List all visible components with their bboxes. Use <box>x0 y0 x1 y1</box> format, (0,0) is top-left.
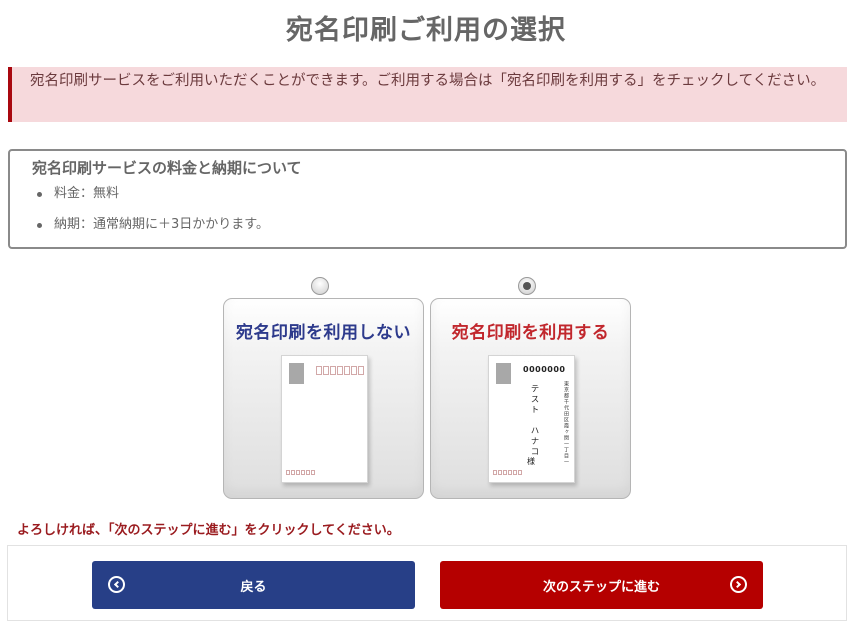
sample-zip: 0000000 <box>523 365 566 374</box>
postcard-blank-image: · · · · · <box>281 355 368 483</box>
option-title-no-print: 宛名印刷を利用しない <box>236 323 411 343</box>
info-list: 料金：無料 納期：通常納期に＋3日かかります。 <box>32 186 845 248</box>
notice-text: 宛名印刷サービスをご利用いただくことができます。ご利用する場合は「宛名印刷を利用… <box>30 73 826 89</box>
sender-zip-boxes <box>493 470 522 475</box>
button-panel: 戻る 次のステップに進む <box>7 545 847 621</box>
sample-address: 東京都千代田区霞ヶ関一丁目一 <box>563 381 569 465</box>
option-title-use-print: 宛名印刷を利用する <box>451 323 610 343</box>
sample-name: テスト ハナコ <box>529 384 539 458</box>
next-step-button[interactable]: 次のステップに進む <box>440 561 763 609</box>
stamp-placeholder <box>289 363 304 384</box>
back-button-label: 戻る <box>240 579 267 595</box>
stamp-placeholder <box>496 363 511 384</box>
radio-no-print[interactable] <box>311 277 329 295</box>
confirm-instruction: よろしければ、「次のステップに進む」をクリックしてください。 <box>17 523 400 538</box>
notice-banner: 宛名印刷サービスをご利用いただくことができます。ご利用する場合は「宛名印刷を利用… <box>8 67 847 122</box>
option-card-use-print[interactable]: 宛名印刷を利用する · · · · · 0000000 東京都千代田区霞ヶ関一丁… <box>430 298 631 499</box>
page-title: 宛名印刷ご利用の選択 <box>286 15 566 46</box>
sender-zip-boxes <box>286 470 315 475</box>
chevron-right-circle-icon <box>730 576 747 593</box>
chevron-left-circle-icon <box>108 576 125 593</box>
next-button-label: 次のステップに進む <box>542 579 660 595</box>
info-item-delivery: 納期：通常納期に＋3日かかります。 <box>37 217 845 248</box>
info-item-fee: 料金：無料 <box>37 186 845 217</box>
option-card-no-print[interactable]: 宛名印刷を利用しない · · · · · <box>223 298 424 499</box>
zip-code-boxes <box>316 366 364 375</box>
postcard-printed-image: · · · · · 0000000 東京都千代田区霞ヶ関一丁目一 テスト ハナコ… <box>488 355 575 483</box>
radio-use-print[interactable] <box>518 277 536 295</box>
info-title: 宛名印刷サービスの料金と納期について <box>32 159 302 177</box>
back-button[interactable]: 戻る <box>92 561 415 609</box>
sample-honorific: 様 <box>527 457 535 466</box>
info-box: 宛名印刷サービスの料金と納期について 料金：無料 納期：通常納期に＋3日かかりま… <box>8 149 847 249</box>
